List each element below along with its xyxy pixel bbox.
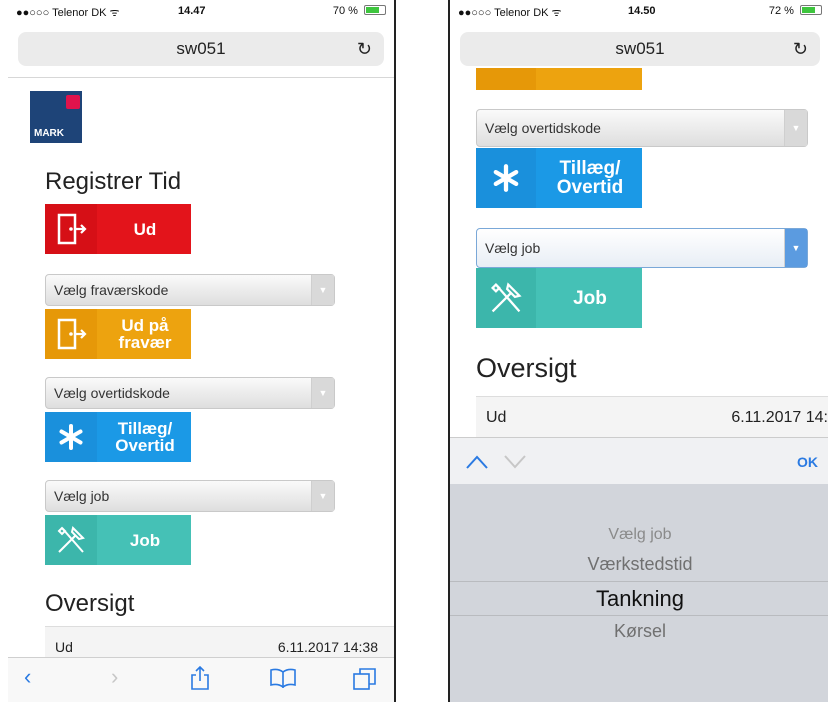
reload-icon[interactable]: ↻ [793,32,808,66]
absence-button[interactable]: Ud på fravær [45,309,191,359]
browser-toolbar: ‹ › [8,657,394,702]
carrier-label: ●●○○○ Telenor DK ᯤ [458,7,562,19]
next-field-icon[interactable] [504,452,526,475]
job-button[interactable]: Job [45,515,191,565]
battery-indicator: 70 % [333,5,386,17]
overtime-code-select[interactable]: Vælg overtidskode ▼ [476,109,808,147]
job-picker-wheel[interactable]: Vælg job Værkstedstid Tankning Kørsel [450,484,828,702]
picker-option[interactable]: Værkstedstid [450,554,828,575]
door-exit-icon [476,68,536,90]
overtime-label-line2: Overtid [115,436,175,455]
overview-row-timestamp: 6.11.2017 14: [731,409,828,426]
url-text: sw051 [615,39,665,58]
overview-row: Ud 6.11.2017 14: [476,396,828,438]
battery-fill [366,7,379,13]
job-label: Job [129,530,161,550]
job-value: Vælg job [54,488,110,504]
battery-indicator: 72 % [769,5,822,17]
absence-label-line2: fravær [118,333,172,352]
job-button[interactable]: Job [476,268,642,328]
previous-field-icon[interactable] [466,452,488,475]
logo-text: MARK [34,128,64,139]
back-icon[interactable]: ‹ [24,664,31,690]
status-bar: ●●○○○ Telenor DK ᯤ 14.47 70 % [8,0,394,22]
asterisk-icon [476,148,536,208]
carrier-label: ●●○○○ Telenor DK ᯤ [16,7,120,19]
divider [8,77,394,78]
door-exit-icon [45,204,97,254]
battery-percent: 70 % [332,5,358,17]
overtime-button[interactable]: Tillæg/Overtid [476,148,642,208]
keyboard-accessory-bar: OK [450,437,828,484]
absence-button-partial[interactable] [476,68,642,90]
job-value: Vælg job [485,240,541,256]
clock-out-button[interactable]: Ud [45,204,191,254]
battery-icon [800,5,822,15]
picker-selection-top-line [450,581,828,582]
overtime-button[interactable]: Tillæg/Overtid [45,412,191,462]
picker-option-selected[interactable]: Tankning [450,586,828,612]
tools-icon [476,268,536,328]
overview-title: Oversigt [476,353,577,383]
battery-fill [802,7,815,13]
clock-out-label: Ud [133,219,157,239]
page-title: Registrer Tid [45,168,182,195]
overtime-label-line1: Tillæg/ [559,158,621,179]
overtime-code-select[interactable]: Vælg overtidskode ▼ [45,377,335,409]
status-bar: ●●○○○ Telenor DK ᯤ 14.50 72 % [450,0,828,22]
chevron-down-icon: ▼ [784,110,807,146]
tabs-icon[interactable] [353,667,377,697]
phone-screen-right: ●●○○○ Telenor DK ᯤ 14.50 72 % sw051 ↻ Væ… [448,0,828,702]
done-button[interactable]: OK [797,454,818,470]
phone-screen-left: ●●○○○ Telenor DK ᯤ 14.47 70 % sw051 ↻ MA… [8,0,396,702]
job-select[interactable]: Vælg job ▼ [45,480,335,512]
chevron-down-icon: ▼ [311,275,334,305]
overtime-code-value: Vælg overtidskode [54,385,170,401]
tools-icon [45,515,97,565]
overview-row-timestamp: 6.11.2017 14:38 [277,639,378,655]
battery-percent: 72 % [768,5,794,17]
overview-row-label: Ud [486,409,507,426]
url-text: sw051 [176,39,226,58]
job-select[interactable]: Vælg job ▼ [476,228,808,268]
mark-logo: MARK [30,91,82,143]
job-label: Job [573,287,607,309]
overview-row-label: Ud [55,639,73,655]
door-exit-icon [45,309,97,359]
chevron-down-icon: ▼ [311,378,334,408]
overtime-code-value: Vælg overtidskode [485,120,601,136]
picker-selection-bottom-line [450,615,828,616]
overview-title: Oversigt [45,590,135,617]
clock: 14.47 [178,5,206,17]
absence-code-value: Vælg fraværskode [54,282,169,298]
chevron-down-icon: ▼ [311,481,334,511]
reload-icon[interactable]: ↻ [357,32,372,66]
asterisk-icon [45,412,97,462]
battery-icon [364,5,386,15]
address-bar[interactable]: sw051 ↻ [18,32,384,66]
overtime-label-line2: Overtid [556,177,624,198]
share-icon[interactable] [190,665,210,696]
picker-option[interactable]: Kørsel [450,621,828,642]
forward-icon[interactable]: › [111,664,118,690]
clock: 14.50 [628,5,656,17]
picker-option[interactable]: Vælg job [450,526,828,544]
bookmarks-icon[interactable] [270,668,296,694]
chevron-down-icon: ▼ [784,229,807,267]
address-bar[interactable]: sw051 ↻ [460,32,820,66]
logo-mark [66,95,80,109]
absence-code-select[interactable]: Vælg fraværskode ▼ [45,274,335,306]
